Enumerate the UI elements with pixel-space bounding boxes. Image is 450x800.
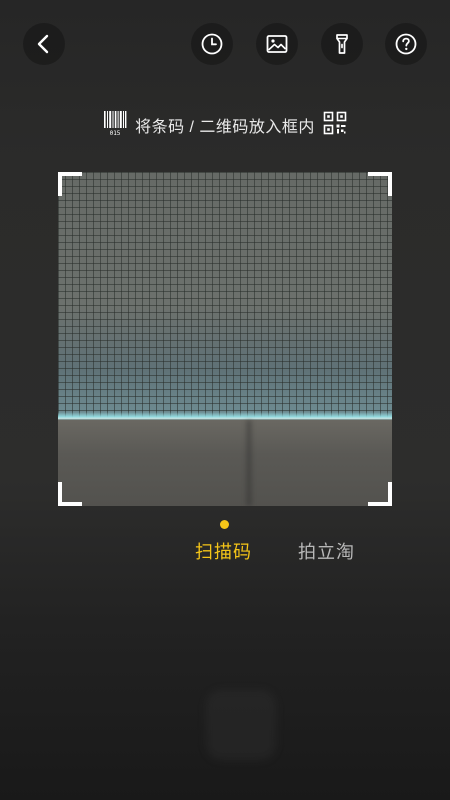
- history-button[interactable]: [191, 23, 233, 65]
- hint-text: 将条码 / 二维码放入框内: [135, 119, 315, 136]
- active-mode-indicator: [220, 520, 229, 529]
- clock-icon: [200, 32, 224, 56]
- camera-preview-grid: [58, 172, 392, 418]
- tab-scan-code[interactable]: 扫描码: [195, 538, 252, 564]
- flashlight-icon: [330, 32, 354, 56]
- barcode-icon: 015: [103, 110, 127, 141]
- tab-photo-search[interactable]: 拍立淘: [298, 538, 355, 564]
- back-button[interactable]: [23, 23, 65, 65]
- frame-corner-top-right: [368, 172, 392, 196]
- frame-corner-bottom-left: [58, 482, 82, 506]
- camera-preview-floor: [58, 420, 392, 506]
- frame-corner-bottom-right: [368, 482, 392, 506]
- camera-preview: [58, 172, 392, 506]
- scan-frame: [58, 172, 392, 506]
- frame-corner-top-left: [58, 172, 82, 196]
- chevron-left-icon: [33, 33, 55, 55]
- flashlight-button[interactable]: [321, 23, 363, 65]
- barcode-caption: 015: [110, 130, 121, 136]
- top-bar: [0, 0, 450, 88]
- help-button[interactable]: [385, 23, 427, 65]
- question-circle-icon: [394, 32, 418, 56]
- image-icon: [265, 32, 289, 56]
- scan-line: [58, 412, 392, 420]
- background-blur-shape: [206, 690, 276, 760]
- qrcode-icon: [323, 111, 347, 140]
- album-button[interactable]: [256, 23, 298, 65]
- scan-hint: 015 将条码 / 二维码放入框内: [0, 110, 450, 140]
- camera-preview-shadow: [246, 420, 252, 506]
